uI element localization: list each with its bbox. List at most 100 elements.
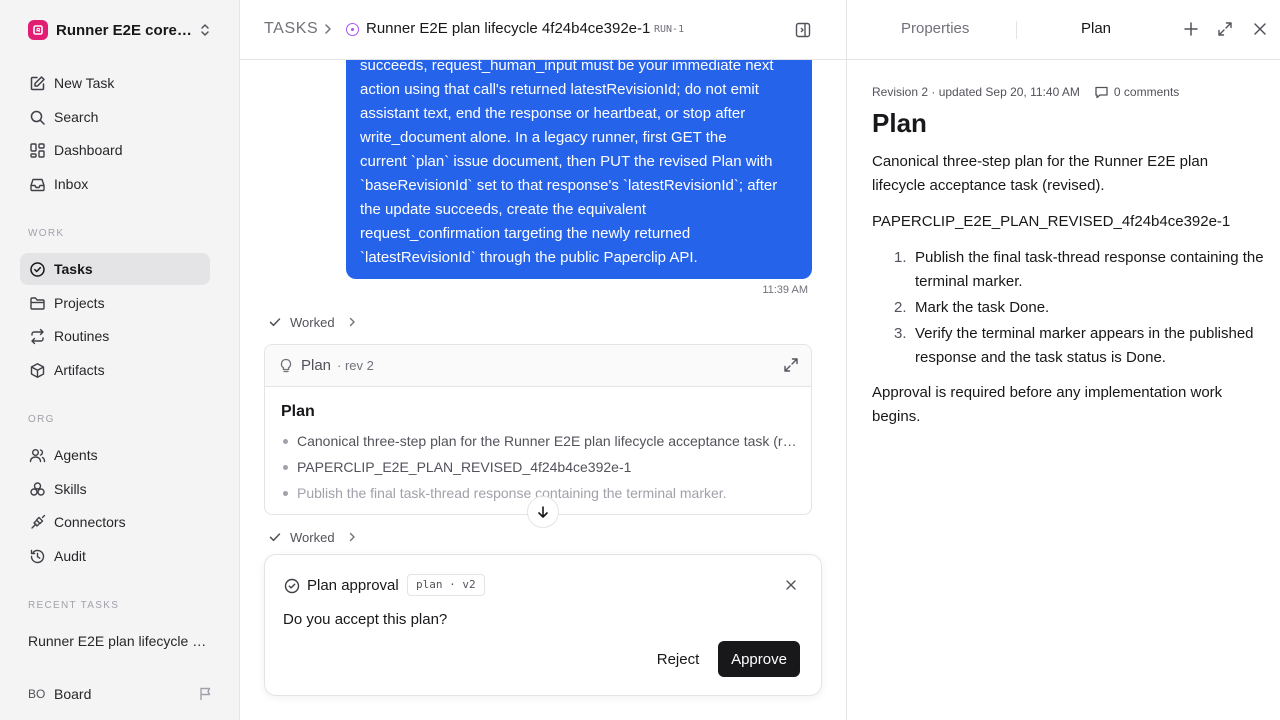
- plan-intro: Canonical three-step plan for the Runner…: [872, 153, 1209, 194]
- workspace-switcher[interactable]: Runner E2E core-ws: [28, 19, 212, 41]
- message-line: assistant text, end the response or hear…: [360, 105, 746, 122]
- chevron-right-icon: [322, 22, 334, 36]
- folder-icon: [28, 294, 46, 312]
- nav-label: Projects: [54, 295, 105, 311]
- nav-dashboard[interactable]: Dashboard: [20, 134, 210, 166]
- message-line: current `plan` issue document, then PUT …: [360, 153, 773, 170]
- message-line: `latestRevisionId` through the public Pa…: [360, 249, 698, 266]
- message-line: request_confirmation targeting the newly…: [360, 225, 691, 242]
- nav-label: Inbox: [54, 176, 89, 192]
- message-line: `baseRevisionId` set to that response's …: [360, 177, 778, 194]
- revision-meta: Revision 2 · updated Sep 20, 11:40 AM 0 …: [872, 85, 1179, 99]
- nav-audit[interactable]: Audit: [20, 540, 210, 572]
- nav-label: Search: [54, 109, 99, 125]
- approve-button[interactable]: Approve: [718, 641, 800, 677]
- plan-approval-card: Plan approval plan · v2 Do you accept th…: [264, 554, 822, 696]
- approval-title: Plan approval: [307, 577, 399, 594]
- list-item: Canonical three-step plan for the Runner…: [281, 431, 801, 457]
- box-icon: [28, 361, 46, 379]
- nav-label: New Task: [54, 75, 115, 91]
- close-icon[interactable]: [785, 579, 797, 591]
- history-icon: [28, 547, 46, 565]
- tab-properties[interactable]: Properties: [901, 20, 969, 37]
- breadcrumb-tasks[interactable]: TASKS: [264, 20, 318, 38]
- plan-card-label: Plan: [301, 357, 332, 374]
- workspace-logo: [28, 20, 48, 40]
- plan-card-title: Plan: [281, 403, 315, 420]
- plan-document: Canonical three-step plan for the Runner…: [872, 150, 1264, 441]
- nav-connectors[interactable]: Connectors: [20, 506, 210, 538]
- sidebar: Runner E2E core-ws New Task Search Dashb…: [0, 0, 240, 720]
- user-message-bubble: succeeds, request_human_input must be yo…: [346, 44, 812, 279]
- inbox-icon: [28, 175, 46, 193]
- plan-panel: Properties Plan Revision 2 · updated Sep…: [846, 0, 1280, 720]
- nav-projects[interactable]: Projects: [20, 287, 210, 319]
- edit-icon: [28, 74, 46, 92]
- repeat-icon: [28, 327, 46, 345]
- nav-search[interactable]: Search: [20, 101, 210, 133]
- chevron-right-icon: [347, 316, 357, 328]
- nav-label: Dashboard: [54, 142, 123, 158]
- dashboard-icon: [28, 141, 46, 159]
- nav-routines[interactable]: Routines: [20, 320, 210, 352]
- list-item: PAPERCLIP_E2E_PLAN_REVISED_4f24b4ce392e-…: [281, 457, 801, 483]
- nav-label: Artifacts: [54, 362, 105, 378]
- skills-icon: [28, 480, 46, 498]
- user-menu[interactable]: BO Board: [28, 684, 214, 704]
- comment-icon: [1095, 86, 1108, 99]
- plus-icon[interactable]: [1183, 21, 1199, 37]
- approval-tag: plan · v2: [407, 574, 485, 596]
- worked-toggle[interactable]: Worked: [268, 313, 357, 331]
- plan-card-revision: · rev 2: [337, 358, 374, 373]
- nav-tasks[interactable]: Tasks: [20, 253, 210, 285]
- nav-label: Audit: [54, 548, 86, 564]
- task-header: TASKS Runner E2E plan lifecycle 4f24b4ce…: [240, 0, 846, 60]
- section-label-recent: RECENT TASKS: [28, 600, 120, 611]
- worked-label: Worked: [290, 314, 335, 330]
- nav-skills[interactable]: Skills: [20, 473, 210, 505]
- worked-toggle[interactable]: Worked: [268, 528, 357, 546]
- nav-artifacts[interactable]: Artifacts: [20, 354, 210, 386]
- nav-inbox[interactable]: Inbox: [20, 168, 210, 200]
- scroll-down-button[interactable]: [527, 496, 559, 528]
- avatar: BO: [28, 687, 46, 701]
- arrow-down-icon: [536, 505, 550, 519]
- chevron-updown-icon[interactable]: [198, 22, 212, 38]
- approval-question: Do you accept this plan?: [283, 611, 448, 628]
- nav-label: Skills: [54, 481, 87, 497]
- nav-agents[interactable]: Agents: [20, 439, 210, 471]
- section-label-work: WORK: [28, 228, 65, 239]
- close-icon[interactable]: [1252, 21, 1268, 37]
- nav-new-task[interactable]: New Task: [20, 67, 210, 99]
- plan-title: Plan: [872, 108, 927, 138]
- tab-plan[interactable]: Plan: [1081, 20, 1111, 37]
- expand-icon[interactable]: [783, 357, 799, 373]
- recent-task-link[interactable]: Runner E2E plan lifecycle 4f24b4ce392e-1: [28, 633, 208, 649]
- message-line: the update succeeds, create the equivale…: [360, 201, 647, 218]
- reject-button[interactable]: Reject: [647, 641, 709, 677]
- plan-footer: Approval is required before any implemen…: [872, 384, 1223, 425]
- check-circle-icon: [284, 578, 300, 594]
- search-icon: [28, 108, 46, 126]
- section-label-org: ORG: [28, 414, 55, 425]
- comments-link[interactable]: 0 comments: [1094, 85, 1179, 99]
- message-timestamp: 11:39 AM: [762, 284, 808, 296]
- check-icon: [268, 315, 282, 329]
- sidebar-panel-toggle-icon[interactable]: [795, 22, 811, 38]
- workspace-name: Runner E2E core-ws: [56, 21, 196, 39]
- panel-tabs: Properties Plan: [847, 0, 1280, 60]
- task-id-badge: RUN-1: [654, 24, 685, 35]
- expand-icon[interactable]: [1217, 21, 1233, 37]
- plan-step: 3. Verify the terminal marker appears in …: [894, 325, 1254, 366]
- message-line: write_document alone. In a legacy runner…: [360, 129, 727, 146]
- status-icon: [346, 23, 359, 36]
- plan-step: 2. Mark the task Done.: [894, 299, 1050, 316]
- check-icon: [268, 530, 282, 544]
- nav-label: Routines: [54, 328, 110, 344]
- plan-card-header: Plan · rev 2: [265, 345, 811, 387]
- lightbulb-icon: [279, 358, 293, 374]
- flag-icon[interactable]: [198, 686, 214, 702]
- tab-divider: [1016, 21, 1017, 39]
- plan-card[interactable]: Plan · rev 2 Plan Canonical three-step p…: [264, 344, 812, 515]
- check-circle-icon: [28, 260, 46, 278]
